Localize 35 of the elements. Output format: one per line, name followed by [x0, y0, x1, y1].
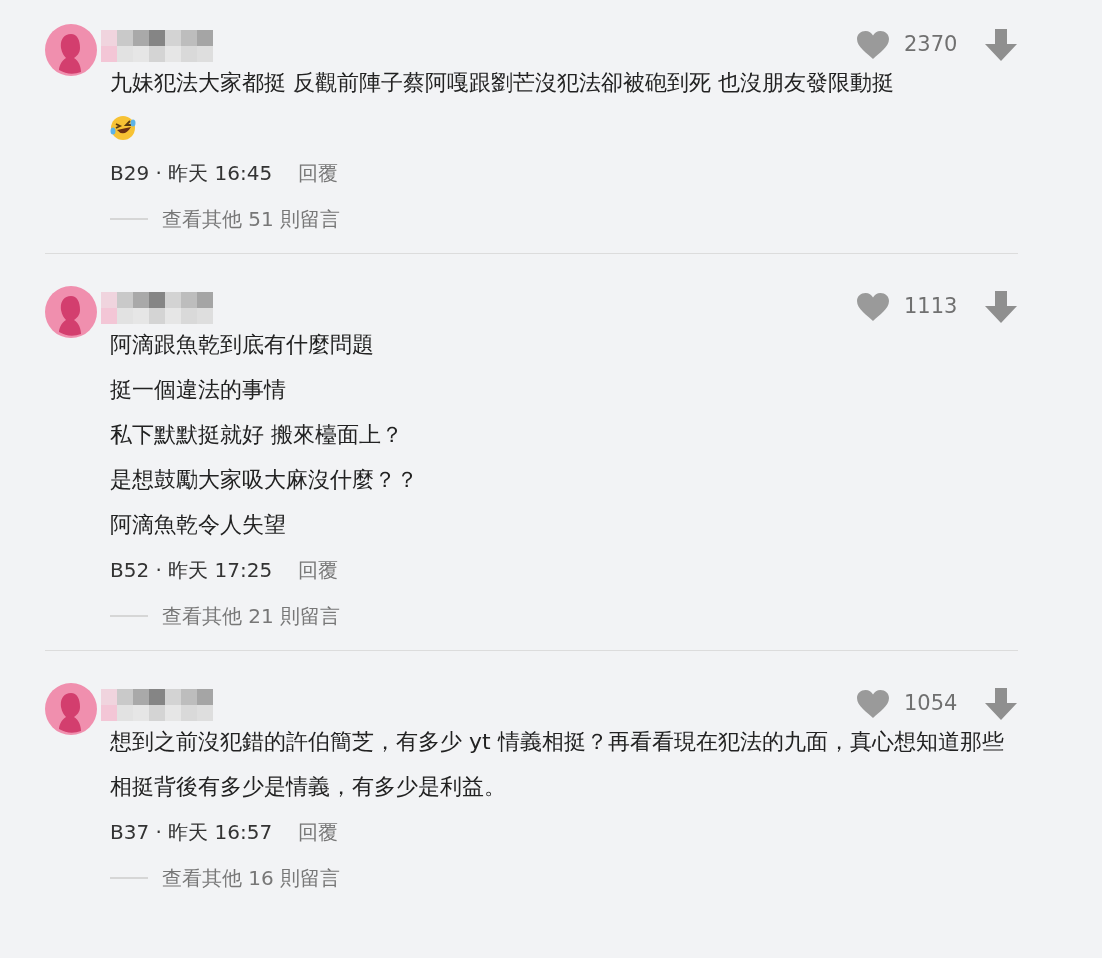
heart-icon — [857, 690, 889, 718]
downvote-button[interactable] — [984, 290, 1018, 324]
downvote-button[interactable] — [984, 687, 1018, 721]
reply-link[interactable]: 回覆 — [298, 554, 339, 585]
comment-text: 想到之前沒犯錯的許伯簡芝，有多少 yt 情義相挺？再看看現在犯法的九面，真心想知道那些相挺背後有多少是情義，有多少是利益。 — [110, 728, 1005, 801]
view-replies-link[interactable]: 查看其他 16 則留言 — [162, 863, 341, 893]
comment-text: 是想鼓勵大家吸大麻沒什麼？？ — [110, 466, 419, 494]
comment-meta: B29 · 昨天 16:45 — [110, 159, 273, 187]
comment-text: 私下默默挺就好 搬來檯面上？ — [110, 421, 404, 449]
down-arrow-icon — [985, 688, 1017, 720]
comment-text: 阿滴跟魚乾到底有什麼問題 — [110, 331, 375, 359]
like-button[interactable] — [856, 290, 890, 324]
comment-text: 九妹犯法大家都挺 反觀前陣子蔡阿嘎跟劉芒沒犯法卻被砲到死 也沒朋友發限動挺 — [110, 69, 895, 97]
laughing-emoji-icon — [110, 114, 136, 141]
like-count: 1113 — [904, 293, 959, 321]
like-button[interactable] — [856, 687, 890, 721]
reply-link[interactable]: 回覆 — [298, 816, 339, 847]
view-replies-link[interactable]: 查看其他 21 則留言 — [162, 601, 341, 631]
heart-icon — [857, 293, 889, 321]
avatar-icon — [45, 683, 97, 735]
reply-link[interactable]: 回覆 — [298, 157, 339, 188]
heart-icon — [857, 31, 889, 59]
down-arrow-icon — [985, 29, 1017, 61]
downvote-button[interactable] — [984, 28, 1018, 62]
comment-text: 阿滴魚乾令人失望 — [110, 511, 287, 539]
comment-text: 挺一個違法的事情 — [110, 376, 287, 404]
like-count: 2370 — [904, 31, 959, 59]
like-button[interactable] — [856, 28, 890, 62]
comment-meta: B37 · 昨天 16:57 — [110, 818, 273, 846]
avatar-icon — [45, 286, 97, 338]
down-arrow-icon — [985, 291, 1017, 323]
comment-meta: B52 · 昨天 17:25 — [110, 556, 273, 584]
view-replies-link[interactable]: 查看其他 51 則留言 — [162, 204, 341, 234]
avatar-icon — [45, 24, 97, 76]
like-count: 1054 — [904, 690, 959, 718]
